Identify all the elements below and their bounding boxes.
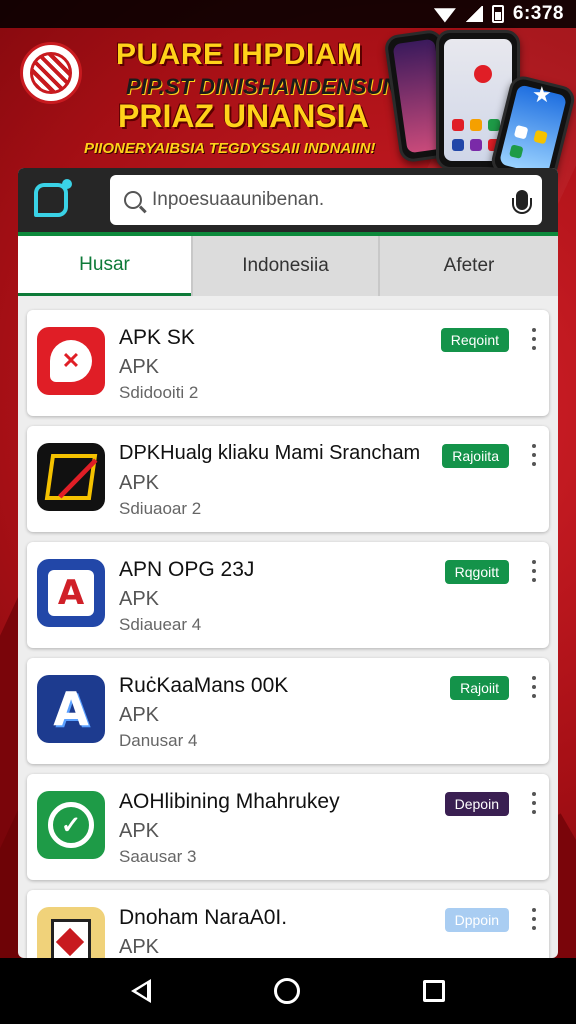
- tab-indonesiia[interactable]: Indonesiia: [191, 236, 378, 296]
- yellow-bag-icon: [37, 907, 105, 958]
- list-item[interactable]: A RuċKaaMans 00K APK Danusar 4 Rajoiit: [27, 658, 549, 764]
- app-type: APK: [119, 936, 160, 958]
- app-name: APK SK: [119, 326, 195, 349]
- app-type: APK: [119, 356, 160, 378]
- banner-title-line3: PRIAZ UNANSIA: [118, 98, 369, 134]
- app-name: AOHlibining Mhahrukey: [119, 790, 340, 813]
- back-icon[interactable]: [131, 979, 152, 1003]
- app-name: DPKHualg kliaku Mami Srancham: [119, 442, 421, 464]
- action-button[interactable]: Rajoiit: [450, 676, 509, 700]
- banner-title-line1: PUARE IHPDIAM: [116, 38, 363, 71]
- app-list: ✕ APK SK APK Sdidooiti 2 Reqoint DPKHual…: [18, 296, 558, 958]
- app-subtitle: Sdiauear 4: [119, 615, 202, 634]
- action-button[interactable]: Dppoin: [444, 908, 509, 932]
- action-button[interactable]: Reqoint: [440, 328, 509, 352]
- recent-apps-icon[interactable]: [422, 980, 445, 1002]
- more-options-icon[interactable]: [531, 444, 537, 466]
- list-item[interactable]: DPKHualg kliaku Mami Srancham APK Sdiuao…: [27, 426, 549, 532]
- app-type: APK: [119, 820, 160, 842]
- app-name: RuċKaaMans 00K: [119, 674, 289, 697]
- black-yellow-frame-icon: [37, 443, 105, 511]
- status-time: 6:378: [512, 3, 564, 24]
- navigation-bar: [0, 958, 576, 1024]
- banner-tagline: PIIONERYAIBSIA TEGDYSSAII INDNAIIN!: [84, 140, 376, 157]
- action-button[interactable]: Depoin: [444, 792, 509, 816]
- status-bar: 6:378: [0, 0, 576, 28]
- home-icon[interactable]: [273, 978, 300, 1004]
- app-type: APK: [119, 472, 160, 494]
- app-type: APK: [119, 704, 160, 726]
- banner-title-line2: PIP.ST DINISHANDENSUN: [126, 74, 399, 99]
- more-options-icon[interactable]: [531, 908, 537, 930]
- green-bird-icon: ✓: [37, 791, 105, 859]
- more-options-icon[interactable]: [531, 328, 537, 350]
- more-options-icon[interactable]: [531, 676, 537, 698]
- more-options-icon[interactable]: [531, 560, 537, 582]
- app-logo-icon[interactable]: [34, 179, 72, 217]
- list-item[interactable]: ✕ APK SK APK Sdidooiti 2 Reqoint: [27, 310, 549, 416]
- list-item[interactable]: ✓ AOHlibining Mhahrukey APK Saausar 3 De…: [27, 774, 549, 880]
- list-item[interactable]: Dnoham NaraA0I. APK Dppoin: [27, 890, 549, 958]
- battery-icon: [491, 5, 504, 23]
- signal-icon: [464, 6, 483, 22]
- app-type: APK: [119, 588, 160, 610]
- search-bar: Inpoesuaaunibenan.: [18, 168, 558, 236]
- action-button[interactable]: Rqgoitt: [444, 560, 509, 584]
- red-chat-icon: ✕: [37, 327, 105, 395]
- search-input[interactable]: Inpoesuaaunibenan.: [110, 175, 542, 225]
- more-options-icon[interactable]: [531, 792, 537, 814]
- star-icon: ★: [532, 82, 552, 107]
- mic-icon[interactable]: [512, 190, 532, 214]
- badge-logo-icon: [20, 42, 82, 104]
- app-name: Dnoham NaraA0I.: [119, 906, 288, 929]
- search-icon: [124, 191, 142, 209]
- app-subtitle: Saausar 3: [119, 847, 197, 866]
- wifi-icon: [434, 6, 456, 22]
- app-subtitle: Danusar 4: [119, 731, 198, 750]
- category-tabs: Husar Indonesiia Afeter: [18, 236, 558, 296]
- tab-afeter[interactable]: Afeter: [378, 236, 558, 296]
- app-store-panel: Inpoesuaaunibenan. Husar Indonesiia Afet…: [18, 168, 558, 958]
- tab-husar[interactable]: Husar: [18, 236, 191, 296]
- app-subtitle: Sdidooiti 2: [119, 383, 199, 402]
- action-button[interactable]: Rajoiita: [442, 444, 509, 468]
- app-subtitle: Sdiuaoar 2: [119, 499, 202, 518]
- list-item[interactable]: A APN OPG 23J APK Sdiauear 4 Rqgoitt: [27, 542, 549, 648]
- blue-letter-a-icon: A: [37, 559, 105, 627]
- search-placeholder: Inpoesuaaunibenan.: [152, 189, 325, 210]
- app-name: APN OPG 23J: [119, 558, 255, 581]
- navy-letter-a-icon: A: [37, 675, 105, 743]
- promo-banner[interactable]: PUARE IHPDIAM PIP.ST DINISHANDENSUN PRIA…: [0, 28, 576, 187]
